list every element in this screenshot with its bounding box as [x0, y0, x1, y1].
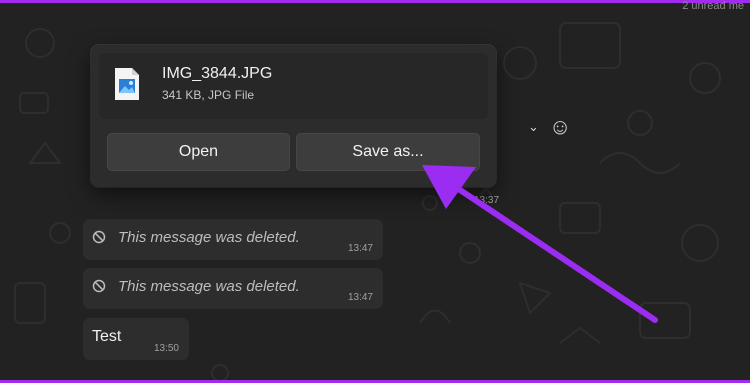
emoji-icon[interactable]: ☺: [549, 114, 571, 140]
deleted-message-icon: [92, 230, 106, 244]
file-name: IMG_3844.JPG: [162, 65, 273, 82]
message-time: 13:47: [347, 243, 373, 254]
message-text: This message was deleted.: [118, 229, 300, 246]
message-time-behind: 13:37: [474, 195, 500, 206]
save-as-button[interactable]: Save as...: [296, 133, 480, 171]
chevron-down-icon[interactable]: ⌄: [528, 119, 539, 135]
open-button[interactable]: Open: [107, 133, 290, 171]
message-text: Test: [92, 328, 122, 345]
message-bubble[interactable]: Test 13:50: [83, 318, 189, 360]
message-bubble[interactable]: This message was deleted. 13:47: [83, 219, 383, 260]
file-info-card: IMG_3844.JPG 341 KB, JPG File: [99, 53, 488, 119]
message-bubble[interactable]: This message was deleted. 13:47: [83, 268, 383, 309]
message-text: This message was deleted.: [118, 278, 300, 295]
file-download-popup: IMG_3844.JPG 341 KB, JPG File Open Save …: [91, 45, 496, 187]
file-meta: 341 KB, JPG File: [162, 88, 255, 102]
reply-tools: ⌄ ☺: [528, 114, 571, 140]
image-file-icon: [115, 68, 139, 100]
header-fragment-text: 2 unread me: [682, 0, 744, 12]
message-time: 13:50: [153, 343, 179, 354]
deleted-message-icon: [92, 279, 106, 293]
message-time: 13:47: [347, 292, 373, 303]
